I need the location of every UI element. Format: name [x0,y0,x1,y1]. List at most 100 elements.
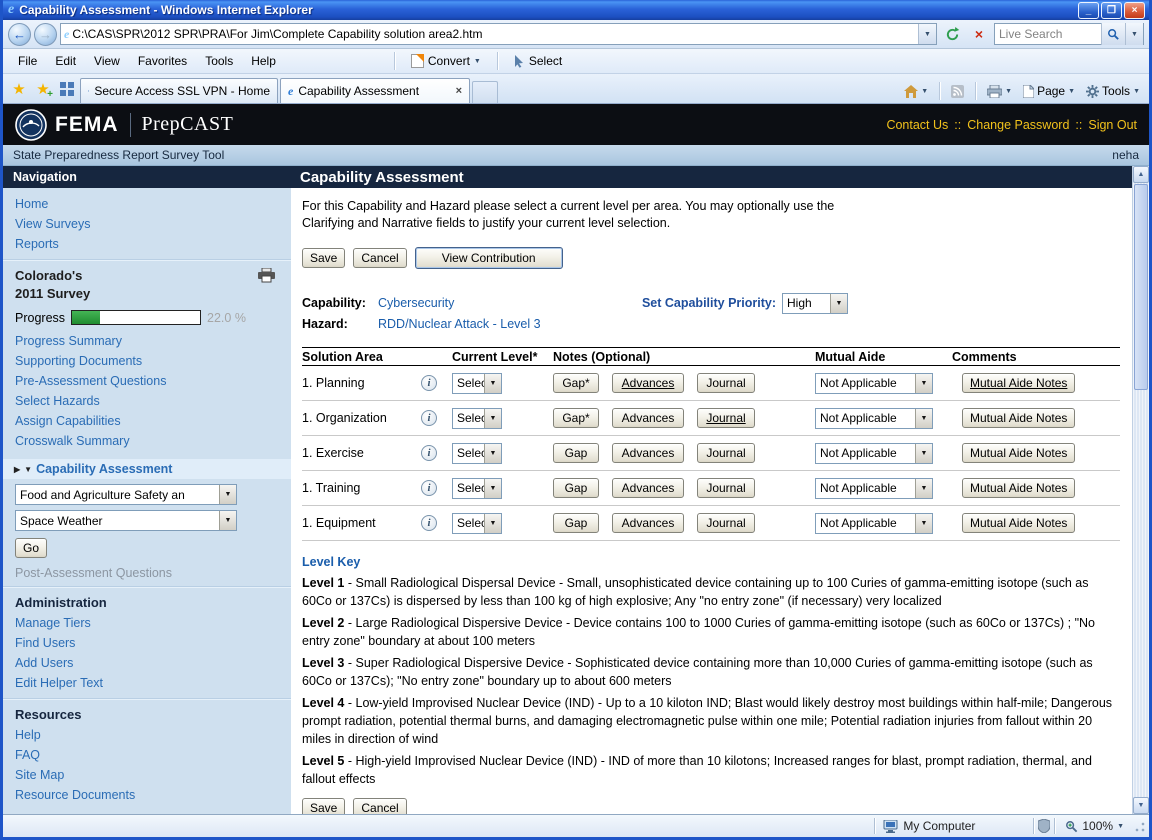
search-icon[interactable] [1101,23,1125,45]
sidebar-item-pre-assessment-questions[interactable]: Pre-Assessment Questions [15,371,279,391]
select-button[interactable]: Select [507,51,569,71]
sidebar-item-site-map[interactable]: Site Map [15,765,279,785]
save-button[interactable]: Save [302,248,345,268]
mutual-aide-notes-button[interactable]: Mutual Aide Notes [962,478,1075,498]
capability-select-1[interactable]: Food and Agriculture Safety an ▼ [15,484,237,505]
scroll-down-icon[interactable]: ▼ [1133,797,1149,814]
convert-button[interactable]: Convert ▼ [404,51,488,71]
journal-button[interactable]: Journal [697,478,755,498]
mutual-aide-select[interactable]: Not Applicable▼ [815,373,933,394]
info-icon[interactable]: i [421,480,437,496]
sidebar-item-add-users[interactable]: Add Users [15,653,279,673]
menu-help[interactable]: Help [242,51,285,71]
contact-us-link[interactable]: Contact Us [886,118,948,132]
zoom-control[interactable]: 100% ▼ [1059,819,1130,833]
journal-button[interactable]: Journal [697,443,755,463]
advances-button[interactable]: Advances [612,373,684,393]
tab-capability-assessment[interactable]: e Capability Assessment × [280,78,470,103]
mutual-aide-select[interactable]: Not Applicable▼ [815,408,933,429]
mutual-aide-notes-button[interactable]: Mutual Aide Notes [962,408,1075,428]
gap-button[interactable]: Gap* [553,408,599,428]
home-button[interactable]: ▼ [899,82,933,101]
hazard-value-link[interactable]: RDD/Nuclear Attack - Level 3 [378,315,541,334]
current-level-select[interactable]: Select▼ [452,513,502,534]
journal-button[interactable]: Journal [697,373,755,393]
feeds-button[interactable] [946,82,969,101]
journal-button[interactable]: Journal [697,513,755,533]
address-field[interactable]: e ▼ [60,23,937,45]
sidebar-item-manage-tiers[interactable]: Manage Tiers [15,613,279,633]
sidebar-item-supporting-documents[interactable]: Supporting Documents [15,351,279,371]
favorites-star-icon[interactable]: ★ [7,77,31,101]
close-button[interactable]: × [1124,2,1145,19]
mutual-aide-notes-button[interactable]: Mutual Aide Notes [962,443,1075,463]
scroll-up-icon[interactable]: ▲ [1133,166,1149,183]
sidebar-item-capability-assessment[interactable]: ▶ ▼ Capability Assessment [3,459,291,479]
advances-button[interactable]: Advances [612,408,684,428]
search-dropdown-icon[interactable]: ▼ [1125,23,1143,45]
view-contribution-button[interactable]: View Contribution [415,247,563,269]
current-level-select[interactable]: Select▼ [452,373,502,394]
current-level-select[interactable]: Select▼ [452,443,502,464]
forward-button[interactable]: → [34,23,57,46]
advances-button[interactable]: Advances [612,478,684,498]
restore-button[interactable]: ❐ [1101,2,1122,19]
tools-button[interactable]: Tools ▼ [1081,81,1145,101]
mutual-aide-select[interactable]: Not Applicable▼ [815,513,933,534]
save-button-bottom[interactable]: Save [302,798,345,814]
sidebar-item-view-surveys[interactable]: View Surveys [15,214,279,234]
gap-button[interactable]: Gap [553,478,599,498]
sign-out-link[interactable]: Sign Out [1088,118,1137,132]
sidebar-item-help[interactable]: Help [15,725,279,745]
mutual-aide-notes-button[interactable]: Mutual Aide Notes [962,373,1075,393]
menu-favorites[interactable]: Favorites [129,51,196,71]
new-tab-stub[interactable] [472,81,498,103]
go-button[interactable]: Go [15,538,47,558]
search-input[interactable] [995,27,1101,41]
sidebar-item-faq[interactable]: FAQ [15,745,279,765]
sidebar-item-reports[interactable]: Reports [15,234,279,254]
scrollbar-track[interactable] [1133,391,1149,797]
sidebar-item-resource-documents[interactable]: Resource Documents [15,785,279,805]
cancel-button[interactable]: Cancel [353,248,406,268]
sidebar-item-select-hazards[interactable]: Select Hazards [15,391,279,411]
info-icon[interactable]: i [421,410,437,426]
capability-select-2[interactable]: Space Weather ▼ [15,510,237,531]
gap-button[interactable]: Gap [553,513,599,533]
menu-view[interactable]: View [85,51,129,71]
sidebar-item-progress-summary[interactable]: Progress Summary [15,331,279,351]
tab-vpn-home[interactable]: Secure Access SSL VPN - Home [80,78,278,103]
refresh-icon[interactable] [940,23,964,46]
minimize-button[interactable]: _ [1078,2,1099,19]
gap-button[interactable]: Gap* [553,373,599,393]
advances-button[interactable]: Advances [612,513,684,533]
sidebar-item-edit-helper-text[interactable]: Edit Helper Text [15,673,279,693]
current-level-select[interactable]: Select▼ [452,478,502,499]
quick-tabs-icon[interactable] [55,77,79,101]
sidebar-item-assign-capabilities[interactable]: Assign Capabilities [15,411,279,431]
stop-icon[interactable]: × [967,23,991,46]
journal-button[interactable]: Journal [697,408,755,428]
sidebar-item-crosswalk-summary[interactable]: Crosswalk Summary [15,431,279,451]
advances-button[interactable]: Advances [612,443,684,463]
current-level-select[interactable]: Select▼ [452,408,502,429]
menu-tools[interactable]: Tools [196,51,242,71]
resize-grip[interactable] [1132,819,1146,833]
scrollbar-thumb[interactable] [1134,184,1148,390]
printer-icon[interactable] [258,268,275,283]
menu-file[interactable]: File [9,51,46,71]
info-icon[interactable]: i [421,445,437,461]
capability-value-link[interactable]: Cybersecurity [378,294,454,313]
priority-select[interactable]: High ▼ [782,293,848,314]
vertical-scrollbar[interactable]: ▲ ▼ [1132,166,1149,814]
mutual-aide-select[interactable]: Not Applicable▼ [815,443,933,464]
cancel-button-bottom[interactable]: Cancel [353,798,406,814]
sidebar-item-home[interactable]: Home [15,194,279,214]
add-favorite-icon[interactable]: ★+ [31,77,55,101]
address-input[interactable] [69,27,918,41]
gap-button[interactable]: Gap [553,443,599,463]
address-history-dropdown-icon[interactable]: ▼ [918,24,936,44]
tab-close-icon[interactable]: × [456,85,462,97]
change-password-link[interactable]: Change Password [967,118,1069,132]
menu-edit[interactable]: Edit [46,51,85,71]
